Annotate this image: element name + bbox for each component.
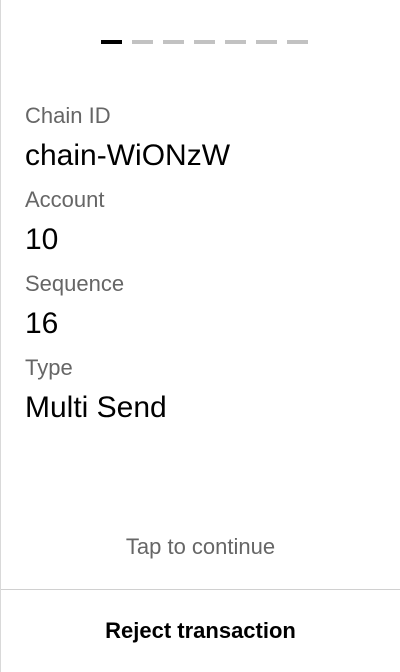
step-dot-4 [194,40,215,44]
sequence-value: 16 [25,307,59,340]
transaction-details: Chain ID chain-WiONzW Account 10 Sequenc… [25,102,376,438]
chain-id-label: Chain ID [25,103,111,128]
step-dot-6 [256,40,277,44]
step-dot-1 [101,40,122,44]
chain-id-value: chain-WiONzW [25,139,231,172]
step-dot-7 [287,40,308,44]
sequence-label: Sequence [25,271,125,296]
step-dot-3 [163,40,184,44]
step-dot-2 [132,40,153,44]
tap-to-continue-hint[interactable]: Tap to continue [1,532,400,562]
step-dot-5 [225,40,246,44]
account-value: 10 [25,223,59,256]
account-label: Account [25,187,105,212]
reject-transaction-button[interactable]: Reject transaction [1,590,400,672]
transaction-review-screen[interactable]: Chain ID chain-WiONzW Account 10 Sequenc… [0,0,400,672]
type-value: Multi Send [25,391,167,424]
step-indicator [101,40,308,44]
type-label: Type [25,355,73,380]
